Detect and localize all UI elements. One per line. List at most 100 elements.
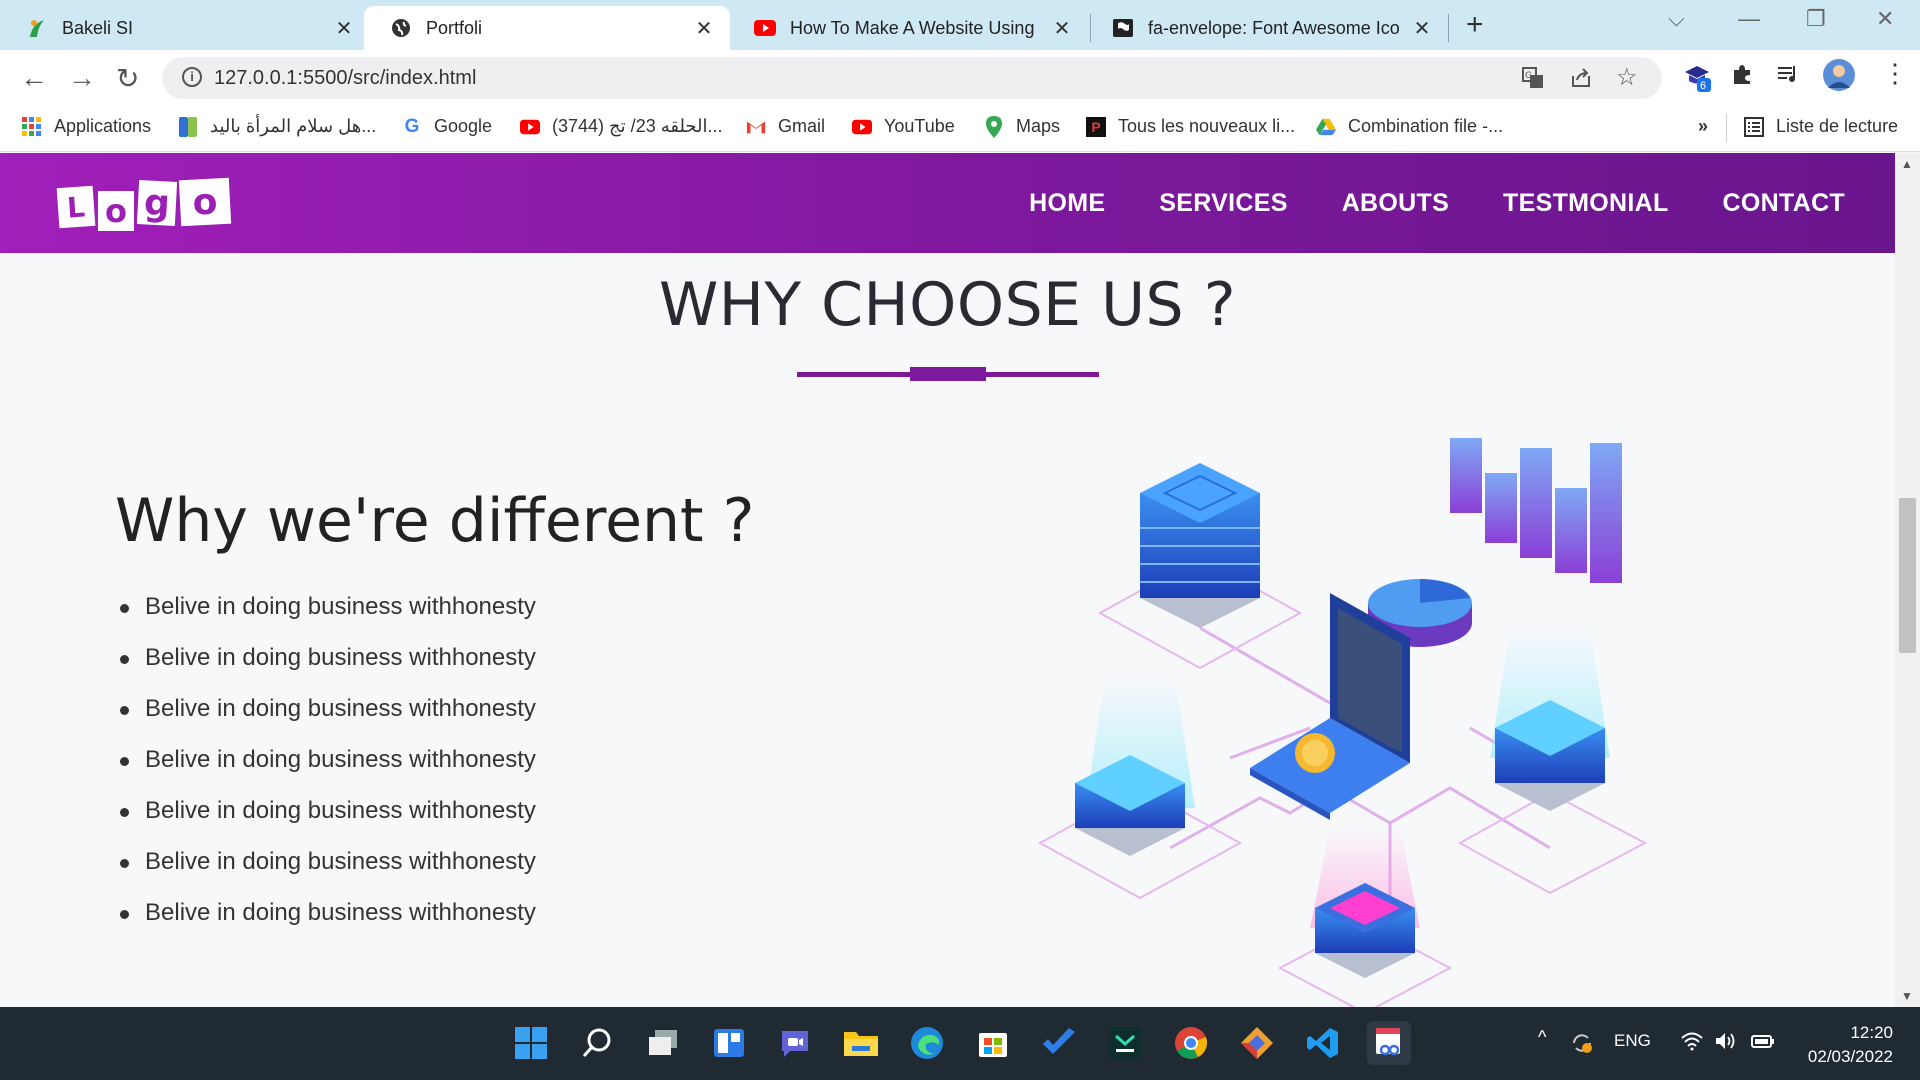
bookmark-applications[interactable]: Applications — [22, 116, 151, 137]
extensions-puzzle-icon[interactable] — [1730, 62, 1754, 93]
widgets-icon[interactable] — [707, 1021, 751, 1065]
search-icon[interactable] — [575, 1021, 619, 1065]
restore-button[interactable]: ❐ — [1806, 6, 1826, 32]
bookmark-tous-les-nouveaux[interactable]: P Tous les nouveaux li... — [1086, 116, 1295, 137]
todo-icon[interactable] — [1037, 1021, 1081, 1065]
youtube-icon — [754, 17, 776, 39]
address-bar[interactable]: i 127.0.0.1:5500/src/index.html G ☆ — [162, 57, 1662, 99]
isometric-network-illustration — [1037, 438, 1648, 1007]
tab-font-awesome[interactable]: fa-envelope: Font Awesome Icon ✕ — [1086, 6, 1448, 50]
system-clock[interactable]: 12:20 02/03/2022 — [1808, 1021, 1893, 1069]
bookmark-youtube[interactable]: YouTube — [852, 116, 955, 137]
page-scrollbar[interactable]: ▲ ▼ — [1895, 153, 1920, 1007]
close-tab-icon[interactable]: ✕ — [692, 16, 716, 41]
new-tab-button[interactable]: + — [1466, 8, 1484, 42]
translate-icon[interactable]: G — [1522, 67, 1544, 95]
site-logo[interactable]: L o g o — [56, 177, 232, 231]
logo-letter: g — [136, 180, 178, 226]
language-indicator[interactable]: ENG — [1614, 1031, 1651, 1051]
close-tab-icon[interactable]: ✕ — [1410, 16, 1434, 41]
tab-portfoli[interactable]: Portfoli ✕ — [364, 6, 730, 50]
tab-search-icon[interactable]: ⌵ — [1668, 6, 1685, 32]
nav-services[interactable]: SERVICES — [1159, 189, 1287, 218]
svg-text:G: G — [1525, 71, 1532, 81]
bookmarks-overflow-button[interactable]: » — [1698, 116, 1708, 137]
file-explorer-icon[interactable] — [839, 1021, 883, 1065]
git-icon[interactable] — [1235, 1021, 1279, 1065]
bookmark-gmail[interactable]: Gmail — [746, 116, 825, 137]
edge-icon[interactable] — [905, 1021, 949, 1065]
bookmark-youtube-video[interactable]: (3744) الحلقه 23/ تج... — [520, 116, 723, 137]
tab-youtube-video[interactable]: How To Make A Website Using H ✕ — [728, 6, 1088, 50]
windows-start-icon[interactable] — [509, 1021, 553, 1065]
tab-separator — [1448, 14, 1449, 42]
store-icon[interactable] — [971, 1021, 1015, 1065]
google-icon: G — [404, 115, 420, 137]
tab-title: fa-envelope: Font Awesome Icon — [1148, 17, 1400, 38]
nav-home[interactable]: HOME — [1029, 189, 1105, 218]
reading-list-icon — [1744, 116, 1764, 137]
media-control-icon[interactable] — [1776, 62, 1800, 93]
tab-title: Portfoli — [426, 17, 483, 38]
teams-chat-icon[interactable] — [773, 1021, 817, 1065]
battery-icon[interactable] — [1750, 1031, 1776, 1056]
app-icon[interactable] — [1103, 1021, 1147, 1065]
features-list: Belive in doing business withhonesty Bel… — [120, 593, 536, 950]
show-hidden-icons-button[interactable]: ^ — [1538, 1027, 1546, 1048]
close-tab-icon[interactable]: ✕ — [332, 16, 356, 41]
bookmark-combination-file[interactable]: Combination file -... — [1316, 116, 1503, 137]
list-item: Belive in doing business withhonesty — [120, 797, 536, 848]
sync-icon[interactable] — [1570, 1031, 1594, 1060]
bookmark-maps[interactable]: Maps — [984, 115, 1060, 138]
list-item: Belive in doing business withhonesty — [120, 899, 536, 950]
extension-icon[interactable]: 6 — [1683, 62, 1713, 99]
logo-letter: o — [178, 177, 232, 227]
bookmark-arabic-1[interactable]: هل سلام المرأة باليد... — [178, 116, 376, 137]
nav-contact[interactable]: CONTACT — [1723, 189, 1845, 218]
wifi-icon[interactable] — [1680, 1031, 1704, 1056]
forward-button[interactable]: → — [68, 62, 96, 94]
server-stack — [1140, 463, 1260, 628]
subheading: Why we're different ? — [115, 486, 755, 556]
page-viewport: L o g o HOME SERVICES ABOUTS TESTMONIAL … — [0, 153, 1895, 1007]
list-item: Belive in doing business withhonesty — [120, 746, 536, 797]
chrome-icon[interactable] — [1169, 1021, 1213, 1065]
scrollbar-thumb[interactable] — [1899, 498, 1916, 653]
volume-icon[interactable] — [1714, 1031, 1738, 1056]
reload-button[interactable]: ↻ — [116, 62, 139, 95]
nav-abouts[interactable]: ABOUTS — [1342, 189, 1449, 218]
list-item: Belive in doing business withhonesty — [120, 848, 536, 899]
url-text[interactable]: 127.0.0.1:5500/src/index.html — [214, 67, 476, 90]
bakeli-favicon-icon — [26, 17, 48, 39]
svg-text:6: 6 — [1700, 80, 1706, 92]
share-icon[interactable] — [1570, 67, 1592, 95]
task-view-icon[interactable] — [641, 1021, 685, 1065]
list-item: Belive in doing business withhonesty — [120, 593, 536, 644]
bookmark-star-icon[interactable]: ☆ — [1616, 63, 1638, 92]
bookmark-green-icon — [178, 116, 198, 137]
bookmarks-separator — [1726, 114, 1727, 142]
site-menu: HOME SERVICES ABOUTS TESTMONIAL CONTACT — [1029, 189, 1845, 218]
vscode-icon[interactable] — [1301, 1021, 1345, 1065]
bookmarks-bar: Applications هل سلام المرأة باليد... G G… — [0, 106, 1920, 152]
snipping-tool-icon[interactable] — [1367, 1021, 1411, 1065]
bar-chart-graphic — [1450, 438, 1622, 583]
windows-taskbar: ^ ENG 12:20 02/03/2022 — [0, 1007, 1920, 1080]
tab-bakeli[interactable]: Bakeli SI ✕ — [0, 6, 370, 50]
maps-icon — [984, 115, 1004, 138]
section-title: WHY CHOOSE US ? — [658, 270, 1237, 340]
site-info-icon[interactable]: i — [182, 67, 202, 87]
back-button[interactable]: ← — [20, 62, 48, 94]
p-icon: P — [1086, 116, 1106, 137]
minimize-button[interactable]: — — [1738, 6, 1760, 32]
youtube-icon — [520, 117, 540, 137]
bookmark-google[interactable]: G Google — [402, 116, 492, 137]
reading-list-button[interactable]: Liste de lecture — [1744, 116, 1898, 137]
browser-menu-icon[interactable]: ⋮ — [1882, 58, 1908, 89]
profile-avatar[interactable] — [1822, 58, 1856, 99]
close-tab-icon[interactable]: ✕ — [1050, 16, 1074, 41]
youtube-icon — [852, 117, 872, 137]
drive-icon — [1316, 117, 1336, 137]
nav-testmonial[interactable]: TESTMONIAL — [1503, 189, 1669, 218]
close-window-button[interactable]: ✕ — [1876, 6, 1894, 32]
